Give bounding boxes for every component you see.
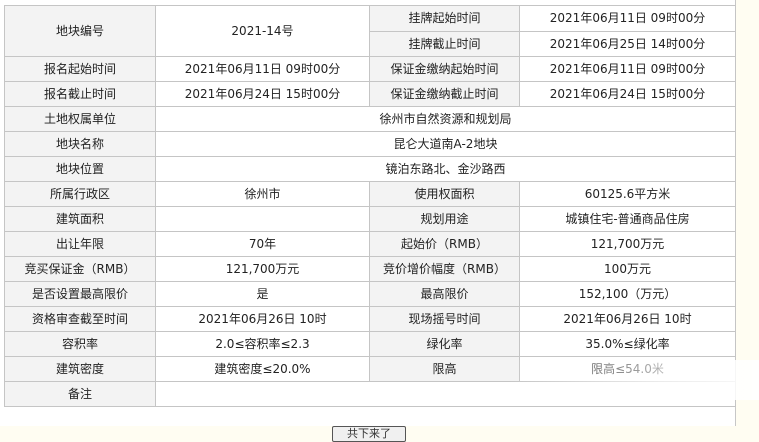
table-row: 出让年限 70年 起始价（RMB） 121,700万元 <box>4 231 736 257</box>
location-value: 镜泊东路北、金沙路西 <box>155 156 736 182</box>
term-label: 出让年限 <box>4 231 156 257</box>
density-value: 建筑密度≤20.0% <box>155 356 370 382</box>
listing-start-label: 挂牌起始时间 <box>369 5 520 32</box>
table-row: 所属行政区 徐州市 使用权面积 60125.6平方米 <box>4 181 736 207</box>
name-value: 昆仑大道南A-2地块 <box>155 131 736 157</box>
review-deadline-value: 2021年06月26日 10时 <box>155 306 370 332</box>
increment-value: 100万元 <box>519 256 736 282</box>
bottom-button[interactable]: 共下来了 <box>332 426 406 442</box>
table-row: 报名起始时间 2021年06月11日 09时00分 保证金缴纳起始时间 2021… <box>4 56 736 82</box>
review-deadline-label: 资格审查截至时间 <box>4 306 156 332</box>
reg-start-label: 报名起始时间 <box>4 56 156 82</box>
height-value: 限高≤54.0米 <box>519 356 736 382</box>
start-price-label: 起始价（RMB） <box>369 231 520 257</box>
table-row: 地块编号 2021-14号 挂牌起始时间 2021年06月11日 09时00分 <box>4 5 736 57</box>
reg-end-value: 2021年06月24日 15时00分 <box>155 81 370 107</box>
onsite-time-label: 现场摇号时间 <box>369 306 520 332</box>
remark-value <box>155 381 736 407</box>
table-row: 报名截止时间 2021年06月24日 15时00分 保证金缴纳截止时间 2021… <box>4 81 736 107</box>
use-area-label: 使用权面积 <box>369 181 520 207</box>
land-info-table: 地块编号 2021-14号 挂牌起始时间 2021年06月11日 09时00分 … <box>4 5 736 407</box>
far-label: 容积率 <box>4 331 156 357</box>
table-row: 资格审查截至时间 2021年06月26日 10时 现场摇号时间 2021年06月… <box>4 306 736 332</box>
max-limit-label: 最高限价 <box>369 281 520 307</box>
deposit-start-label: 保证金缴纳起始时间 <box>369 56 520 82</box>
table-row: 建筑密度 建筑密度≤20.0% 限高 限高≤54.0米 <box>4 356 736 382</box>
reg-end-label: 报名截止时间 <box>4 81 156 107</box>
table-row: 是否设置最高限价 是 最高限价 152,100（万元） <box>4 281 736 307</box>
listing-end-value: 2021年06月25日 14时00分 <box>519 30 736 57</box>
height-label: 限高 <box>369 356 520 382</box>
table-row: 建筑面积 规划用途 城镇住宅-普通商品住房 <box>4 206 736 232</box>
start-price-value: 121,700万元 <box>519 231 736 257</box>
name-label: 地块名称 <box>4 131 156 157</box>
far-value: 2.0≤容积率≤2.3 <box>155 331 370 357</box>
deposit-start-value: 2021年06月11日 09时00分 <box>519 56 736 82</box>
use-area-value: 60125.6平方米 <box>519 181 736 207</box>
table-row: 竞买保证金（RMB） 121,700万元 竞价增价幅度（RMB） 100万元 <box>4 256 736 282</box>
deposit-end-label: 保证金缴纳截止时间 <box>369 81 520 107</box>
green-label: 绿化率 <box>369 331 520 357</box>
table-row: 备注 <box>4 381 736 407</box>
bid-deposit-label: 竞买保证金（RMB） <box>4 256 156 282</box>
listing-end-label: 挂牌截止时间 <box>369 30 520 57</box>
table-row: 容积率 2.0≤容积率≤2.3 绿化率 35.0%≤绿化率 <box>4 331 736 357</box>
bid-deposit-value: 121,700万元 <box>155 256 370 282</box>
reg-start-value: 2021年06月11日 09时00分 <box>155 56 370 82</box>
block-no-value: 2021-14号 <box>155 5 370 57</box>
district-value: 徐州市 <box>155 181 370 207</box>
table-row: 地块位置 镜泊东路北、金沙路西 <box>4 156 736 182</box>
deposit-end-value: 2021年06月24日 15时00分 <box>519 81 736 107</box>
term-value: 70年 <box>155 231 370 257</box>
listing-start-value: 2021年06月11日 09时00分 <box>519 5 736 32</box>
planned-use-value: 城镇住宅-普通商品住房 <box>519 206 736 232</box>
building-area-value <box>155 206 370 232</box>
max-limit-set-label: 是否设置最高限价 <box>4 281 156 307</box>
table-row: 土地权属单位 徐州市自然资源和规划局 <box>4 106 736 132</box>
location-label: 地块位置 <box>4 156 156 182</box>
planned-use-label: 规划用途 <box>369 206 520 232</box>
max-limit-value: 152,100（万元） <box>519 281 736 307</box>
owner-value: 徐州市自然资源和规划局 <box>155 106 736 132</box>
owner-label: 土地权属单位 <box>4 106 156 132</box>
max-limit-set-value: 是 <box>155 281 370 307</box>
table-row: 地块名称 昆仑大道南A-2地块 <box>4 131 736 157</box>
density-label: 建筑密度 <box>4 356 156 382</box>
district-label: 所属行政区 <box>4 181 156 207</box>
building-area-label: 建筑面积 <box>4 206 156 232</box>
green-value: 35.0%≤绿化率 <box>519 331 736 357</box>
onsite-time-value: 2021年06月26日 10时 <box>519 306 736 332</box>
block-no-label: 地块编号 <box>4 5 156 57</box>
increment-label: 竞价增价幅度（RMB） <box>369 256 520 282</box>
remark-label: 备注 <box>4 381 156 407</box>
